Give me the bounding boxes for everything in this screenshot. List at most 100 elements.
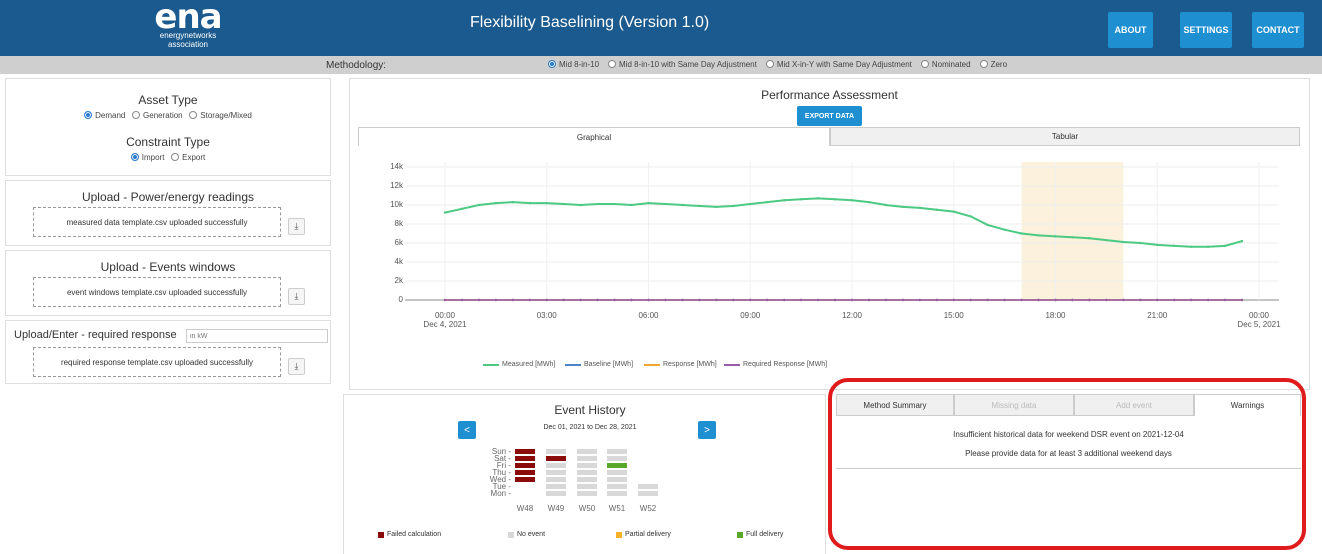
methodology-option-zero[interactable]: Zero <box>979 60 1007 69</box>
heatmap-cell-none[interactable] <box>577 463 597 468</box>
heatmap-cell-none[interactable] <box>607 470 627 475</box>
asset-type-options: Demand Generation Storage/Mixed <box>6 111 330 120</box>
data-point <box>850 298 854 302</box>
heatmap-cell-none[interactable] <box>546 470 566 475</box>
legend-label: Full delivery <box>746 531 784 538</box>
data-point <box>647 298 650 302</box>
data-point <box>1223 244 1227 248</box>
data-point <box>833 198 837 201</box>
heatmap-cell-none[interactable] <box>577 470 597 475</box>
data-point <box>545 298 548 302</box>
upload-power-panel: Upload - Power/energy readings measured … <box>5 180 331 246</box>
data-point <box>969 215 972 218</box>
data-point <box>749 202 752 206</box>
methodology-bar: Methodology: Mid 8-in-10 Mid 8-in-10 wit… <box>0 56 1322 74</box>
about-button[interactable]: ABOUT <box>1108 12 1153 48</box>
asset-type-demand[interactable]: Demand <box>84 111 125 120</box>
data-point <box>613 202 616 206</box>
upload-power-dropzone[interactable]: measured data template.csv uploaded succ… <box>33 207 281 237</box>
data-point <box>1139 241 1142 245</box>
heatmap-cell-none[interactable] <box>577 484 597 489</box>
heatmap-cell-failed[interactable] <box>515 449 535 454</box>
heatmap-cell-none[interactable] <box>607 449 627 454</box>
data-point <box>545 201 548 205</box>
required-response-input[interactable] <box>186 329 328 343</box>
heatmap-cell-none[interactable] <box>607 477 627 482</box>
methodology-option-mid-8-in-10[interactable]: Mid 8-in-10 <box>548 60 599 69</box>
asset-type-storage[interactable]: Storage/Mixed <box>189 111 252 120</box>
data-point <box>528 201 531 205</box>
heatmap-cell-none[interactable] <box>638 491 658 496</box>
methodology-option-nominated[interactable]: Nominated <box>920 60 971 69</box>
upload-events-dropzone[interactable]: event windows template.csv uploaded succ… <box>33 277 281 307</box>
upload-response-status: required response template.csv uploaded … <box>60 357 254 367</box>
heatmap-cell-none[interactable] <box>577 477 597 482</box>
heatmap-cell-none[interactable] <box>546 484 566 489</box>
download-icon[interactable]: ⤓ <box>288 358 305 375</box>
upload-events-status: event windows template.csv uploaded succ… <box>66 287 248 297</box>
heatmap-cell-none[interactable] <box>546 463 566 468</box>
radio-selected-icon <box>84 111 93 119</box>
data-point <box>1223 298 1227 302</box>
contact-button[interactable]: CONTACT <box>1252 12 1304 48</box>
heatmap-cell-none[interactable] <box>638 484 658 489</box>
heatmap-cell-none[interactable] <box>607 456 627 461</box>
download-icon[interactable]: ⤓ <box>288 288 305 305</box>
data-point <box>715 205 718 209</box>
data-point <box>799 298 803 302</box>
constraint-type-import[interactable]: Import <box>130 153 164 162</box>
settings-button[interactable]: SETTINGS <box>1180 12 1232 48</box>
legend-label: Measured [MWh] <box>502 361 556 368</box>
data-point <box>1206 245 1210 248</box>
heatmap-cell-none[interactable] <box>607 484 627 489</box>
export-data-button[interactable]: EXPORT DATA <box>797 106 862 126</box>
methodology-option-mid-8-in-10-sda[interactable]: Mid 8-in-10 with Same Day Adjustment <box>608 60 757 69</box>
heatmap-cell-none[interactable] <box>546 449 566 454</box>
heatmap-cell-failed[interactable] <box>515 463 535 468</box>
tab-tabular[interactable]: Tabular <box>830 127 1300 146</box>
heatmap-cell-none[interactable] <box>546 477 566 482</box>
data-point <box>1088 298 1091 302</box>
x-tick-label: 09:00 <box>740 311 761 320</box>
asset-type-panel: Asset Type Demand Generation Storage/Mix… <box>5 78 331 176</box>
heatmap-cell-none[interactable] <box>607 491 627 496</box>
upload-response-panel: Upload/Enter - required response require… <box>5 320 331 384</box>
tab-graphical[interactable]: Graphical <box>358 127 830 146</box>
heatmap-cell-none[interactable] <box>577 491 597 496</box>
x-tick-label: 15:00 <box>943 311 964 320</box>
heatmap-cell-failed[interactable] <box>515 477 535 482</box>
heatmap-cell-none[interactable] <box>577 449 597 454</box>
upload-response-dropzone[interactable]: required response template.csv uploaded … <box>33 347 281 377</box>
data-point <box>1139 298 1142 302</box>
data-point <box>952 298 955 302</box>
methodology-options: Mid 8-in-10 Mid 8-in-10 with Same Day Ad… <box>548 60 1007 69</box>
data-point <box>766 200 769 204</box>
constraint-type-export[interactable]: Export <box>171 153 205 162</box>
legend-label: Partial delivery <box>625 531 671 538</box>
data-point <box>647 201 650 205</box>
heatmap-cell-full[interactable] <box>607 463 627 468</box>
heatmap-cell-failed[interactable] <box>515 470 535 475</box>
data-point <box>986 223 989 227</box>
legend-label: Baseline [MWh] <box>584 361 634 368</box>
data-point <box>630 298 633 302</box>
heatmap-cell-failed[interactable] <box>546 456 566 461</box>
x-tick-label: 06:00 <box>638 311 659 320</box>
heatmap-cell-none[interactable] <box>546 491 566 496</box>
methodology-option-mid-x-in-y-sda[interactable]: Mid X-in-Y with Same Day Adjustment <box>765 60 912 69</box>
x-tick-label: 21:00 <box>1147 311 1168 320</box>
asset-type-generation[interactable]: Generation <box>132 111 183 120</box>
data-point <box>698 298 701 302</box>
week-label: W52 <box>639 504 657 513</box>
x-tick-label: 00:00 Dec 5, 2021 <box>1237 311 1281 329</box>
data-point <box>1020 298 1023 302</box>
data-point <box>1088 237 1091 240</box>
legend-swatch <box>737 531 743 538</box>
heatmap-cell-none[interactable] <box>577 456 597 461</box>
radio-selected-icon <box>130 153 139 161</box>
download-icon[interactable]: ⤓ <box>288 218 305 235</box>
heatmap-cell-failed[interactable] <box>515 456 535 461</box>
next-month-button[interactable]: > <box>698 421 716 439</box>
legend-measured: Measured [MWh] <box>483 361 555 368</box>
prev-month-button[interactable]: < <box>458 421 476 439</box>
